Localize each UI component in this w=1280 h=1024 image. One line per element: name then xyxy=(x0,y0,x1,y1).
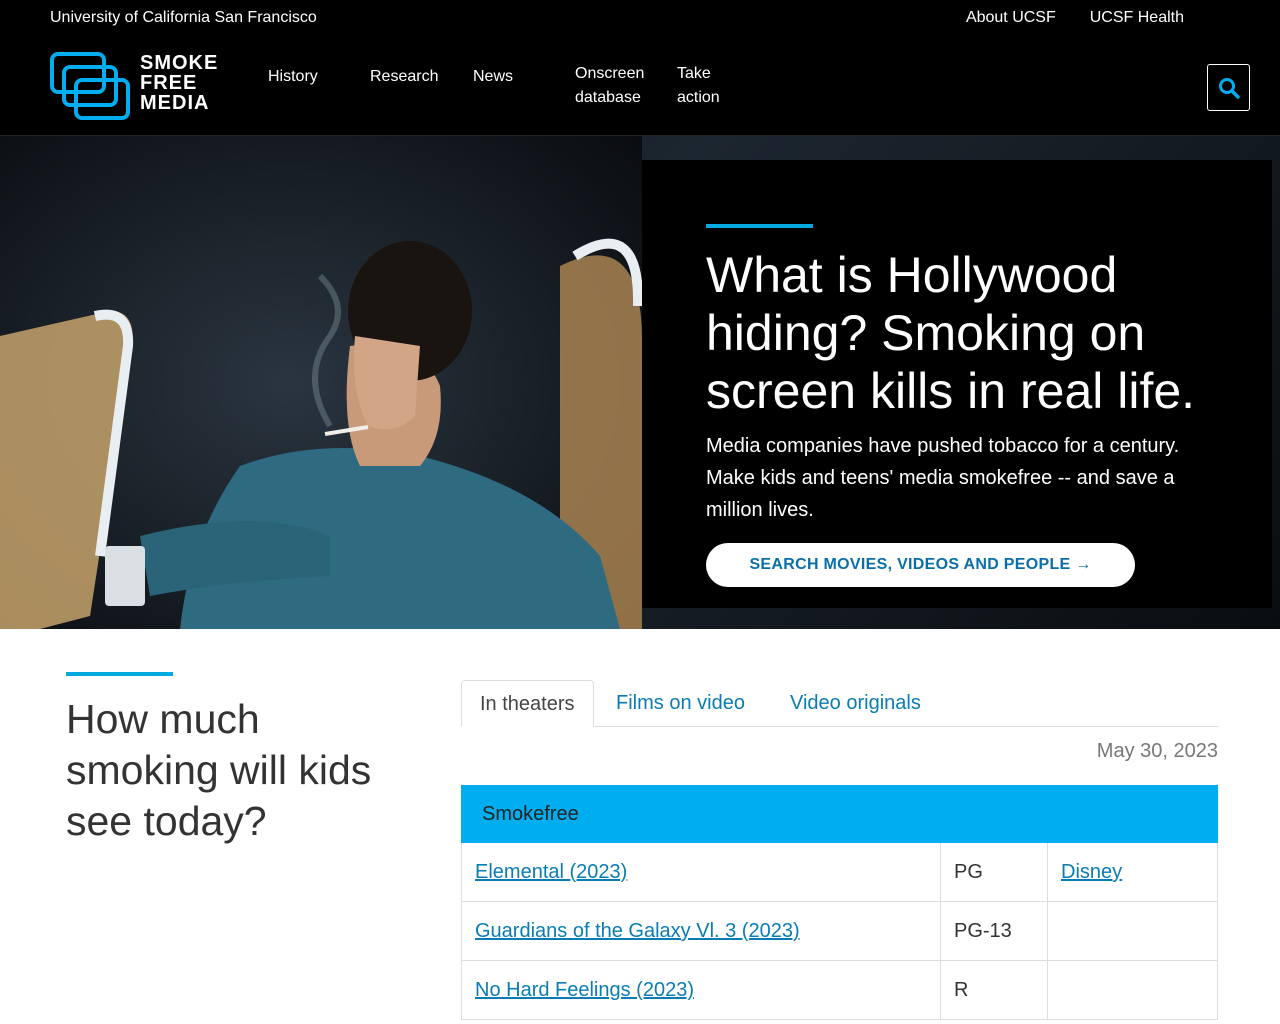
logo-text: SMOKE FREE MEDIA xyxy=(140,53,218,113)
hero-title: What is Hollywood hiding? Smoking on scr… xyxy=(706,247,1196,419)
tab-in-theaters[interactable]: In theaters xyxy=(461,680,594,727)
utility-links: About UCSF UCSF Health xyxy=(966,9,1184,27)
section-accent-rule xyxy=(66,672,173,676)
table-row: Guardians of the Galaxy Vl. 3 (2023) PG-… xyxy=(461,902,1218,961)
university-link[interactable]: University of California San Francisco xyxy=(50,9,317,27)
nav-onscreen-database-line2: database xyxy=(575,89,641,106)
hero-banner: What is Hollywood hiding? Smoking on scr… xyxy=(0,136,1280,629)
listing-date: May 30, 2023 xyxy=(1096,740,1218,762)
search-movies-button[interactable]: SEARCH MOVIES, VIDEOS AND PEOPLE → xyxy=(706,543,1135,587)
nav-take-action[interactable]: Take action xyxy=(677,62,720,110)
about-ucsf-link[interactable]: About UCSF xyxy=(966,9,1056,27)
tab-films-on-video[interactable]: Films on video xyxy=(598,680,763,727)
logo-line-free: FREE xyxy=(140,72,198,94)
nav-research[interactable]: Research xyxy=(370,65,438,89)
table-heading: Smokefree xyxy=(461,785,1218,843)
logo-line-media: MEDIA xyxy=(140,92,210,114)
smokefree-media-logo[interactable]: SMOKE FREE MEDIA xyxy=(50,51,250,123)
logo-line-smoke: SMOKE xyxy=(140,52,219,74)
section-title: How much smoking will kids see today? xyxy=(66,696,372,844)
movie-title-link[interactable]: Guardians of the Galaxy Vl. 3 (2023) xyxy=(462,902,941,960)
table-row: No Hard Feelings (2023) R xyxy=(461,961,1218,1020)
movie-rating: R xyxy=(941,961,1048,1019)
nav-take-action-line1: Take xyxy=(677,65,711,82)
nav-take-action-line2: action xyxy=(677,89,720,106)
movie-rating: PG xyxy=(941,843,1048,901)
movie-studio xyxy=(1048,961,1217,1019)
hero-accent-rule xyxy=(706,224,813,228)
movie-rating: PG-13 xyxy=(941,902,1048,960)
ucsf-health-link[interactable]: UCSF Health xyxy=(1090,9,1184,27)
movie-studio-link[interactable]: Disney xyxy=(1048,843,1217,901)
hero-photo xyxy=(0,136,642,629)
search-button[interactable] xyxy=(1207,64,1250,111)
movie-studio xyxy=(1048,902,1217,960)
hero-subtitle: Media companies have pushed tobacco for … xyxy=(706,435,1180,521)
utility-bar: University of California San Francisco A… xyxy=(0,0,1280,36)
movie-table: Smokefree Elemental (2023) PG Disney Gua… xyxy=(461,785,1218,1020)
search-icon xyxy=(1218,77,1240,99)
tab-bar: In theaters Films on video Video origina… xyxy=(461,680,1218,727)
nav-onscreen-database-line1: Onscreen xyxy=(575,65,645,82)
table-row: Elemental (2023) PG Disney xyxy=(461,843,1218,902)
nav-news[interactable]: News xyxy=(473,65,513,89)
site-header: SMOKE FREE MEDIA History Research News O… xyxy=(0,36,1280,136)
movie-title-link[interactable]: No Hard Feelings (2023) xyxy=(462,961,941,1019)
tab-video-originals[interactable]: Video originals xyxy=(772,680,939,727)
nav-history[interactable]: History xyxy=(268,65,318,89)
hero-card: What is Hollywood hiding? Smoking on scr… xyxy=(642,160,1272,608)
movie-title-link[interactable]: Elemental (2023) xyxy=(462,843,941,901)
logo-mark-icon xyxy=(50,52,130,120)
nav-onscreen-database[interactable]: Onscreen database xyxy=(575,62,644,110)
